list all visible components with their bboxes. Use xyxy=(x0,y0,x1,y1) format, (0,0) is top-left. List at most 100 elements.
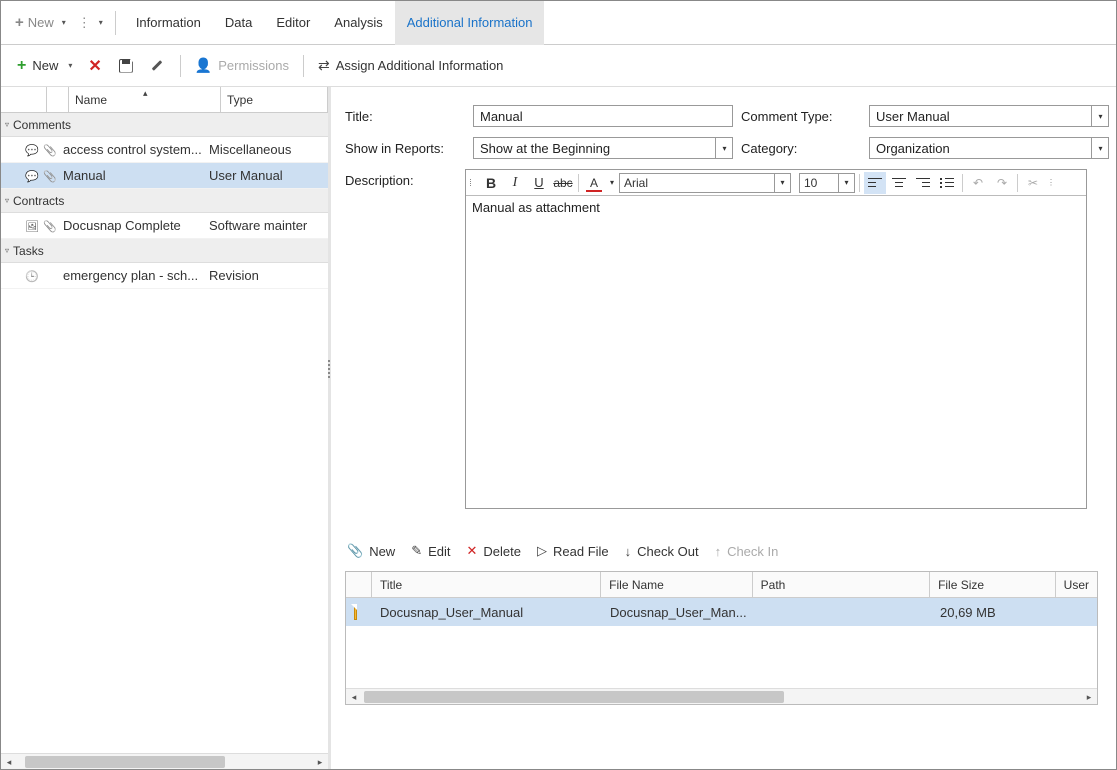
cut-button[interactable]: ✂ xyxy=(1022,172,1044,194)
att-col-filesize[interactable]: File Size xyxy=(930,572,1056,597)
bullets-icon xyxy=(940,177,954,189)
separator xyxy=(115,11,116,35)
separator xyxy=(180,55,181,77)
topbar-new-button[interactable]: + New ▾ xyxy=(7,9,74,37)
attachment-delete-button[interactable]: ✕ Delete xyxy=(467,543,521,559)
font-family-select[interactable]: Arial▾ xyxy=(619,173,791,193)
attachment-new-button[interactable]: 📎 New xyxy=(347,543,395,559)
tab-additional-information[interactable]: Additional Information xyxy=(395,1,545,45)
color-dropdown-button[interactable]: ▾ xyxy=(607,172,617,194)
list-item[interactable]: access control system... Miscellaneous xyxy=(1,137,328,163)
action-edit-button[interactable] xyxy=(142,51,174,81)
title-label: Title: xyxy=(345,109,465,124)
toolbar-grip-icon xyxy=(470,179,474,186)
show-in-reports-select[interactable]: ▾ xyxy=(473,137,733,159)
category-select[interactable]: ▾ xyxy=(869,137,1109,159)
left-col-name[interactable]: Name xyxy=(69,87,221,112)
toolbar-overflow-button[interactable]: ⋮ xyxy=(1046,172,1056,194)
action-new-button[interactable]: + New ▾ xyxy=(9,51,80,81)
attachment-edit-button[interactable]: ✎ Edit xyxy=(411,543,450,559)
redo-button[interactable]: ↷ xyxy=(991,172,1013,194)
align-right-button[interactable] xyxy=(912,172,934,194)
attachment-check-out-button[interactable]: ↓ Check Out xyxy=(625,544,699,559)
item-name: Docusnap Complete xyxy=(59,218,209,233)
text-color-button[interactable]: A xyxy=(583,172,605,194)
italic-button[interactable]: I xyxy=(504,172,526,194)
attachment-read-file-button[interactable]: ▷ Read File xyxy=(537,543,609,559)
left-col-icon[interactable] xyxy=(1,87,47,112)
list-item[interactable]: Docusnap Complete Software mainter xyxy=(1,213,328,239)
left-horizontal-scrollbar[interactable]: ◂ ▸ xyxy=(1,753,328,769)
action-assign-button[interactable]: ⇄ Assign Additional Information xyxy=(310,51,511,81)
comment-type-value[interactable] xyxy=(869,105,1109,127)
att-filesize: 20,69 MB xyxy=(932,598,1058,626)
group-comments[interactable]: ▿ Comments xyxy=(1,113,328,137)
upload-icon: ↑ xyxy=(715,544,722,559)
att-col-title[interactable]: Title xyxy=(372,572,601,597)
tab-data[interactable]: Data xyxy=(213,1,264,45)
tab-editor[interactable]: Editor xyxy=(264,1,322,45)
title-input[interactable] xyxy=(473,105,733,127)
group-contracts[interactable]: ▿ Contracts xyxy=(1,189,328,213)
editor-toolbar: B I U abc A ▾ Arial▾ 10▾ ↶ xyxy=(466,170,1086,196)
topbar-more-button[interactable]: ⋮ ▾ xyxy=(74,9,107,37)
attachment-check-in-button[interactable]: ↑ Check In xyxy=(715,544,779,559)
att-title: Docusnap_User_Manual xyxy=(372,598,602,626)
att-filename: Docusnap_User_Man... xyxy=(602,598,754,626)
category-label: Category: xyxy=(741,141,861,156)
splitter-handle[interactable] xyxy=(327,360,332,378)
align-left-button[interactable] xyxy=(864,172,886,194)
chevron-down-icon[interactable]: ▾ xyxy=(715,137,733,159)
undo-button[interactable]: ↶ xyxy=(967,172,989,194)
show-in-reports-value[interactable] xyxy=(473,137,733,159)
clip-icon xyxy=(41,218,59,233)
download-icon: ↓ xyxy=(625,544,632,559)
att-col-user[interactable]: User xyxy=(1056,572,1097,597)
tab-analysis[interactable]: Analysis xyxy=(322,1,394,45)
att-col-filename[interactable]: File Name xyxy=(601,572,753,597)
bullet-list-button[interactable] xyxy=(936,172,958,194)
topbar-new-label: New xyxy=(28,15,54,30)
chevron-down-icon[interactable]: ▾ xyxy=(774,174,790,192)
action-permissions-button[interactable]: 👤 Permissions xyxy=(187,51,297,81)
group-tasks[interactable]: ▿ Tasks xyxy=(1,239,328,263)
att-col-path[interactable]: Path xyxy=(753,572,930,597)
strikethrough-button[interactable]: abc xyxy=(552,172,574,194)
font-size-select[interactable]: 10▾ xyxy=(799,173,855,193)
category-value[interactable] xyxy=(869,137,1109,159)
att-col-icon[interactable] xyxy=(346,572,372,597)
align-center-button[interactable] xyxy=(888,172,910,194)
pencil-icon: ✎ xyxy=(411,543,422,559)
list-item[interactable]: emergency plan - sch... Revision xyxy=(1,263,328,289)
action-delete-button[interactable]: ✕ xyxy=(80,51,109,81)
list-item[interactable]: Manual User Manual xyxy=(1,163,328,189)
comment-type-select[interactable]: ▾ xyxy=(869,105,1109,127)
scroll-thumb[interactable] xyxy=(25,756,225,768)
tab-information[interactable]: Information xyxy=(124,1,213,45)
scroll-left-icon[interactable]: ◂ xyxy=(346,689,362,705)
left-col-type[interactable]: Type xyxy=(221,87,328,112)
chevron-down-icon: ▾ xyxy=(68,61,72,70)
chevron-down-icon[interactable]: ▾ xyxy=(1091,137,1109,159)
scroll-left-icon[interactable]: ◂ xyxy=(1,754,17,770)
close-icon: ✕ xyxy=(467,543,478,559)
separator xyxy=(1017,174,1018,192)
chevron-down-icon: ▾ xyxy=(62,18,66,27)
scroll-thumb[interactable] xyxy=(364,691,784,703)
left-col-clip[interactable] xyxy=(47,87,69,112)
item-name: access control system... xyxy=(59,142,209,157)
action-save-button[interactable] xyxy=(110,51,142,81)
attachment-row[interactable]: Docusnap_User_Manual Docusnap_User_Man..… xyxy=(346,598,1097,626)
scroll-right-icon[interactable]: ▸ xyxy=(312,754,328,770)
chevron-down-icon[interactable]: ▾ xyxy=(1091,105,1109,127)
attachments-horizontal-scrollbar[interactable]: ◂ ▸ xyxy=(346,688,1097,704)
chevron-down-icon[interactable]: ▾ xyxy=(838,174,854,192)
bold-button[interactable]: B xyxy=(480,172,502,194)
editor-body[interactable]: Manual as attachment xyxy=(466,196,1086,508)
group-label: Tasks xyxy=(13,244,44,258)
separator xyxy=(962,174,963,192)
att-user xyxy=(1058,598,1097,626)
underline-button[interactable]: U xyxy=(528,172,550,194)
att-path xyxy=(754,598,932,626)
scroll-right-icon[interactable]: ▸ xyxy=(1081,689,1097,705)
